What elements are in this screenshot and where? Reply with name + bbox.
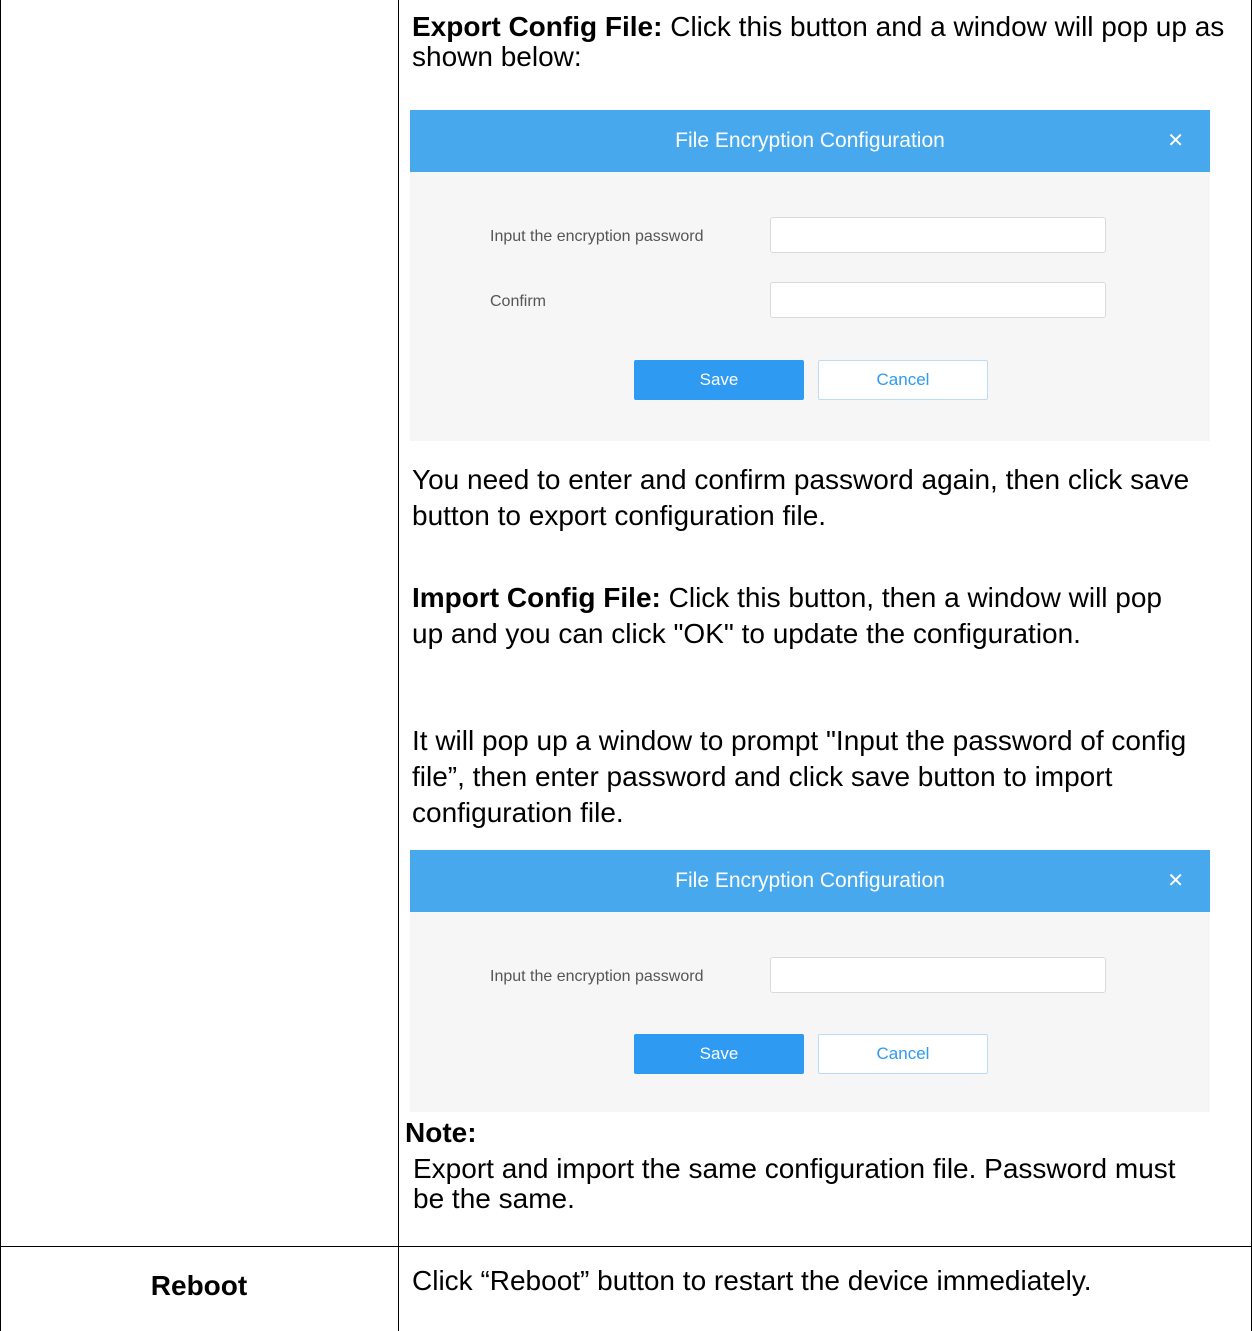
export-after-text: You need to enter and confirm password a… <box>412 464 1190 531</box>
export-dialog-title: File Encryption Configuration <box>675 129 945 152</box>
save-button[interactable]: Save <box>634 1034 804 1074</box>
export-dialog: File Encryption Configuration ✕ Input th… <box>410 110 1210 441</box>
reboot-description: Click “Reboot” button to restart the dev… <box>412 1265 1092 1296</box>
table-border-left <box>0 0 1 1331</box>
import-prompt-text: It will pop up a window to prompt "Input… <box>412 725 1187 828</box>
confirm-label: Confirm <box>490 293 547 310</box>
confirm-input[interactable] <box>770 282 1106 318</box>
password-label: Input the encryption password <box>490 228 704 245</box>
close-icon[interactable]: ✕ <box>1167 110 1184 172</box>
password-label: Input the encryption password <box>490 968 704 985</box>
export-heading: Export Config File: <box>412 11 663 42</box>
note-text: Export and import the same configuration… <box>413 1153 1176 1214</box>
import-dialog: File Encryption Configuration ✕ Input th… <box>410 850 1210 1112</box>
table-row-divider <box>0 1246 1252 1247</box>
password-input[interactable] <box>770 217 1106 253</box>
import-dialog-title: File Encryption Configuration <box>675 869 945 892</box>
note-heading: Note: <box>405 1117 477 1148</box>
reboot-label: Reboot <box>150 1270 248 1301</box>
close-icon[interactable]: ✕ <box>1167 850 1184 912</box>
cancel-button[interactable]: Cancel <box>818 1034 988 1074</box>
import-heading: Import Config File: <box>412 582 661 613</box>
save-button[interactable]: Save <box>634 360 804 400</box>
import-section-paragraph: Import Config File: Click this button, t… <box>412 580 1192 652</box>
password-input[interactable] <box>770 957 1106 993</box>
table-column-divider <box>398 0 399 1331</box>
cancel-button[interactable]: Cancel <box>818 360 988 400</box>
export-section-paragraph: Export Config File: Click this button an… <box>412 12 1232 72</box>
